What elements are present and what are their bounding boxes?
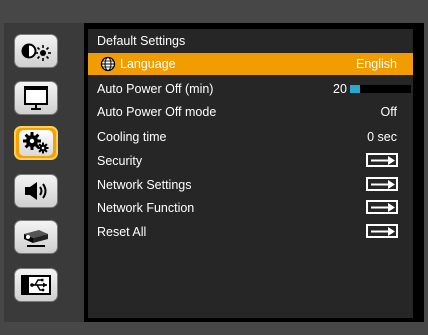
enter-icon	[366, 153, 398, 167]
sidebar-item-projector[interactable]	[14, 220, 58, 254]
settings-gears-icon	[19, 130, 53, 156]
menu-item-label: Language	[120, 57, 176, 71]
menu-item-label: Auto Power Off mode	[97, 105, 217, 119]
sidebar-item-audio[interactable]	[14, 174, 58, 208]
menu-item-reset-all[interactable]: Reset All	[88, 221, 413, 243]
menu-item-label: Network Function	[97, 201, 195, 215]
menu-item-network-function[interactable]: Network Function	[88, 197, 413, 219]
menu-item-label: Reset All	[97, 225, 147, 239]
menu-item-value: 0 sec	[367, 130, 397, 144]
menu-item-label: Network Settings	[97, 178, 192, 192]
slider-value: 20	[333, 82, 347, 96]
menu-item-cooling-time[interactable]: Cooling time 0 sec	[88, 126, 413, 148]
menu-item-value: Off	[380, 105, 397, 119]
auto-power-off-slider[interactable]	[350, 85, 411, 93]
speaker-icon	[21, 179, 51, 203]
sidebar-item-picture[interactable]	[14, 34, 58, 68]
picture-icon	[20, 40, 52, 62]
sidebar-item-screen[interactable]	[14, 81, 58, 115]
menu-item-security[interactable]: Security	[88, 150, 413, 172]
enter-icon	[366, 200, 398, 214]
globe-icon	[100, 56, 116, 75]
slider-fill	[350, 85, 361, 93]
menu-item-auto-power-off-min[interactable]: Auto Power Off (min) 20	[88, 78, 413, 100]
usb-icon	[20, 273, 52, 297]
menu-item-network-settings[interactable]: Network Settings	[88, 174, 413, 196]
sidebar-item-usb[interactable]	[14, 268, 58, 302]
menu-item-value: English	[356, 57, 397, 71]
enter-icon	[366, 177, 398, 191]
menu-item-label: Cooling time	[97, 130, 167, 144]
sidebar-item-settings[interactable]	[14, 126, 58, 160]
page-title: Default Settings	[97, 34, 186, 48]
menu-item-language[interactable]: Language English	[88, 53, 413, 75]
projector-icon	[21, 225, 51, 249]
screen-icon	[21, 85, 51, 111]
menu-item-auto-power-off-mode[interactable]: Auto Power Off mode Off	[88, 101, 413, 123]
menu-item-label: Auto Power Off (min)	[97, 82, 214, 96]
enter-icon	[366, 224, 398, 238]
menu-item-label: Security	[97, 154, 143, 168]
